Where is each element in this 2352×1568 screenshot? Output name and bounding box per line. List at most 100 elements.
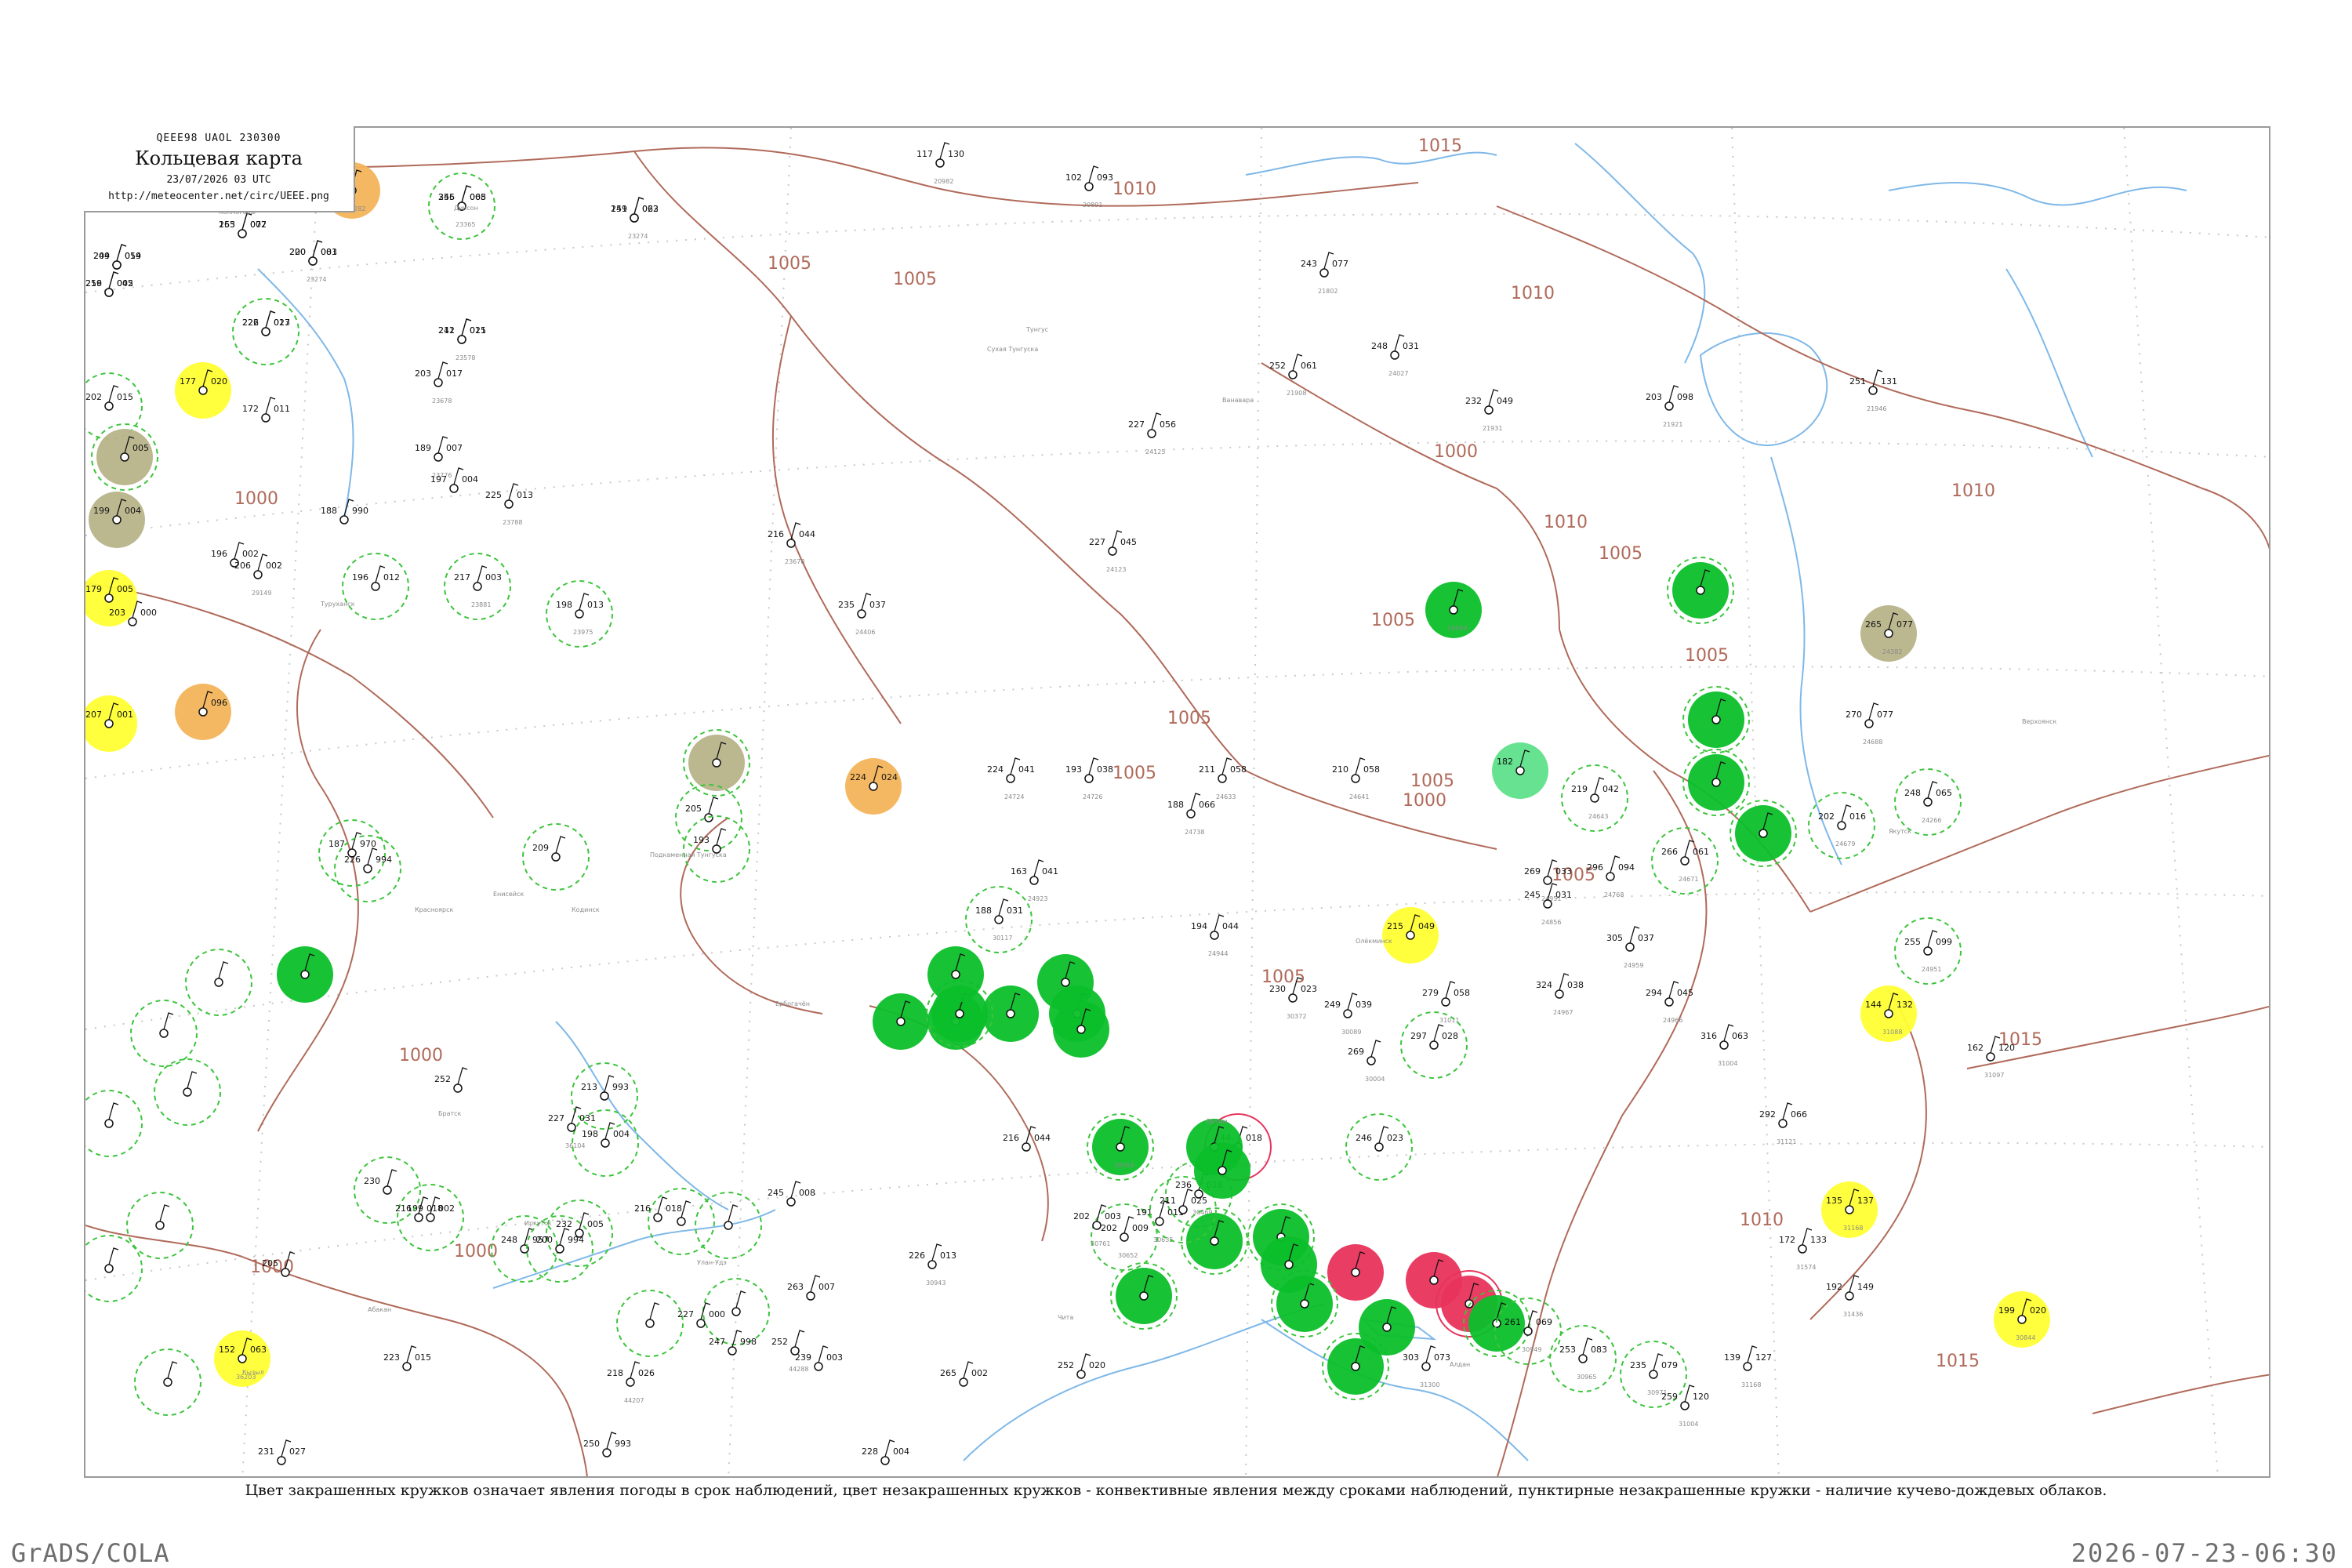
station-plot[interactable]: 250 993 xyxy=(583,1432,631,1457)
station-plot[interactable]: 305 037 24959 xyxy=(1606,926,1654,969)
station-plot[interactable]: 255 099 24951 xyxy=(1894,917,1962,985)
station-plot[interactable]: 224 041 24724 xyxy=(987,757,1035,800)
station-plot[interactable]: 222 023 xyxy=(242,310,290,336)
station-plot[interactable]: 227 045 24123 xyxy=(1089,530,1137,573)
station-plot[interactable]: 265 077 24382 xyxy=(1860,605,1917,662)
station-plot[interactable] xyxy=(1110,1262,1178,1330)
station-plot[interactable]: 188 031 30117 xyxy=(965,886,1033,953)
station-plot[interactable]: 096 xyxy=(175,684,231,740)
station-plot[interactable] xyxy=(130,1000,198,1067)
station-plot[interactable] xyxy=(1682,749,1750,816)
station-plot[interactable] xyxy=(126,1192,194,1259)
station-plot[interactable]: 203 017 23678 xyxy=(415,361,463,405)
station-plot[interactable]: 207 001 xyxy=(85,695,137,752)
station-plot[interactable] xyxy=(154,1058,221,1126)
station-plot[interactable]: 316 063 31004 xyxy=(1700,1024,1748,1067)
station-plot[interactable]: 246 023 xyxy=(1345,1113,1413,1181)
station-plot[interactable]: 188 990 xyxy=(321,499,368,524)
station-plot[interactable]: 216 044 xyxy=(1003,1126,1051,1152)
station-plot[interactable]: 252 xyxy=(434,1067,468,1093)
station-plot[interactable]: 102 093 20891 xyxy=(1065,165,1113,209)
station-plot[interactable]: 259 120 31004 xyxy=(1661,1385,1709,1428)
station-plot[interactable] xyxy=(683,729,750,797)
station-plot[interactable] xyxy=(1667,557,1734,624)
station-plot[interactable]: 252 061 21908 xyxy=(1269,354,1317,397)
station-plot[interactable]: 30554 xyxy=(1087,1113,1154,1181)
map-url[interactable]: http://meteocenter.net/circ/UEEE.png xyxy=(84,191,354,202)
station-plot[interactable]: 199 020 30844 xyxy=(1994,1291,2050,1348)
station-plot[interactable]: 228 004 xyxy=(862,1439,909,1465)
station-plot[interactable]: 182 xyxy=(1492,742,1548,799)
station-plot[interactable]: 227 000 xyxy=(677,1302,725,1328)
station-plot[interactable]: 303 073 31300 xyxy=(1403,1345,1450,1388)
station-plot[interactable]: 152 06336203 xyxy=(214,1330,270,1387)
station-plot[interactable]: 193 038 24726 xyxy=(1065,757,1113,800)
station-plot[interactable]: 191 01130635 xyxy=(1136,1200,1184,1243)
station-plot[interactable] xyxy=(927,946,984,1003)
station-plot[interactable]: 292 066 31121 xyxy=(1759,1102,1807,1145)
station-plot[interactable]: 251 131 21946 xyxy=(1849,369,1897,412)
station-plot[interactable]: 206 002 29149 xyxy=(234,554,282,597)
station-plot[interactable]: 243 077 21802 xyxy=(1301,252,1348,295)
station-plot[interactable]: 252 44288 xyxy=(771,1330,808,1373)
station-plot[interactable] xyxy=(1181,1207,1248,1275)
map-canvas[interactable]: 1015101010051000100510001005101010051000… xyxy=(85,128,2270,1478)
station-plot[interactable]: 144 132 31088 xyxy=(1860,985,1917,1042)
station-plot[interactable]: 198 013 23975 xyxy=(546,580,613,648)
station-plot[interactable]: 139 127 31168 xyxy=(1724,1345,1772,1388)
station-plot[interactable]: 235 037 24406 xyxy=(838,593,886,636)
station-plot[interactable]: 163 041 24923 xyxy=(1011,859,1058,902)
station-plot[interactable]: 220 003 xyxy=(289,240,337,266)
station-plot[interactable]: 241 011 xyxy=(438,318,486,344)
station-plot[interactable]: 215 049 xyxy=(1382,907,1439,964)
station-plot[interactable] xyxy=(695,1192,762,1259)
station-plot[interactable] xyxy=(982,985,1039,1042)
station-plot[interactable]: 224 024 xyxy=(845,758,902,815)
station-plot[interactable]: 231 027 xyxy=(258,1439,306,1465)
station-plot[interactable]: 263 007 xyxy=(787,1275,835,1301)
station-plot[interactable]: 203 098 21921 xyxy=(1646,385,1693,428)
station-plot[interactable] xyxy=(1194,1142,1250,1199)
station-plot[interactable]: 189 00723776 xyxy=(415,436,463,479)
station-plot[interactable]: 217 003 23881 xyxy=(444,553,511,620)
station-plot[interactable]: 248 065 24266 xyxy=(1894,768,1962,836)
station-plot[interactable] xyxy=(1327,1244,1384,1301)
station-plot[interactable] xyxy=(134,1348,201,1416)
station-plot[interactable]: 209 xyxy=(522,823,590,891)
station-plot[interactable]: 187 970 xyxy=(318,819,386,887)
station-plot[interactable]: 199 004 xyxy=(89,492,145,548)
station-plot[interactable]: 005 xyxy=(91,423,158,491)
station-plot[interactable]: 265 002 xyxy=(940,1361,988,1387)
station-plot[interactable]: 245 031 24856 xyxy=(1524,883,1572,926)
station-plot[interactable]: 24959 xyxy=(1425,582,1482,638)
station-plot[interactable]: 279 058 31011 xyxy=(1422,981,1470,1024)
station-plot[interactable]: 225 013 23788 xyxy=(485,483,533,526)
station-plot[interactable]: 199 002 xyxy=(397,1184,464,1251)
station-plot[interactable]: 253 083 30965 xyxy=(1549,1325,1617,1392)
station-plot[interactable]: 266 061 24671 xyxy=(1651,827,1719,895)
station-plot[interactable]: 172 011 xyxy=(242,397,290,423)
station-plot[interactable]: 202 016 24679 xyxy=(1808,792,1875,859)
station-plot[interactable]: 259 002 xyxy=(85,271,133,297)
station-plot[interactable]: 223 015 xyxy=(383,1345,431,1371)
station-plot[interactable]: 263 007 xyxy=(219,212,267,238)
station-plot[interactable]: 210 058 24641 xyxy=(1332,757,1380,800)
station-plot[interactable]: 241 023 xyxy=(611,197,659,223)
station-plot[interactable] xyxy=(1682,686,1750,753)
station-plot[interactable] xyxy=(1359,1299,1415,1356)
station-plot[interactable] xyxy=(85,1090,143,1157)
station-plot[interactable] xyxy=(185,949,252,1016)
station-plot[interactable]: 249 039 30089 xyxy=(1324,993,1372,1036)
station-plot[interactable] xyxy=(277,946,333,1003)
station-plot[interactable]: 270 077 24688 xyxy=(1846,702,1893,746)
station-plot[interactable]: 227 056 24125 xyxy=(1128,412,1176,456)
station-plot[interactable]: 179 005 xyxy=(85,570,137,626)
station-plot[interactable]: 216 044 23678 xyxy=(768,522,815,565)
station-plot[interactable] xyxy=(1261,1236,1317,1293)
station-plot[interactable]: 162 120 31097 xyxy=(1967,1036,2015,1079)
station-plot[interactable] xyxy=(85,1235,143,1302)
station-plot[interactable]: 172 133 31574 xyxy=(1779,1228,1827,1271)
station-plot[interactable]: 232 005 xyxy=(546,1200,613,1267)
station-plot[interactable] xyxy=(873,993,929,1050)
station-plot[interactable]: 216 018 xyxy=(634,1196,682,1222)
